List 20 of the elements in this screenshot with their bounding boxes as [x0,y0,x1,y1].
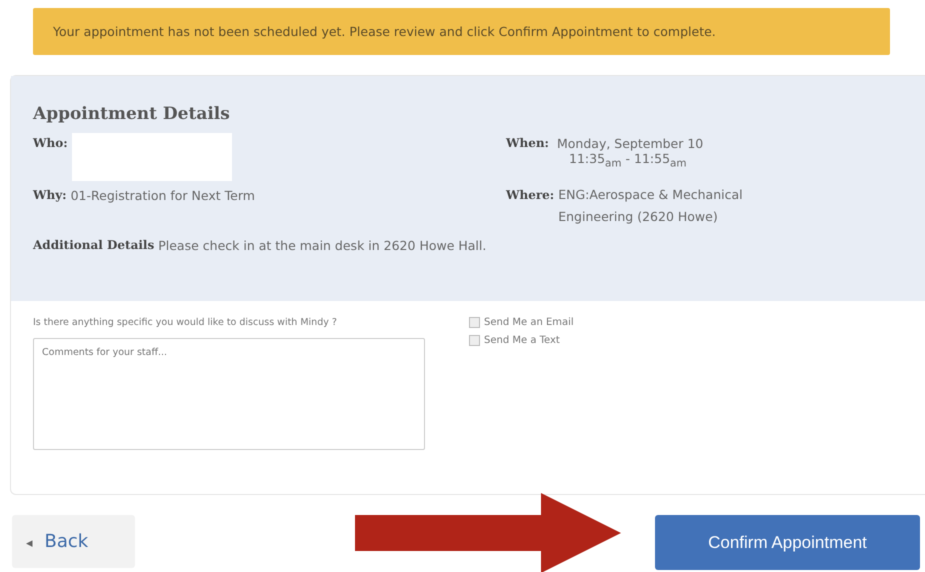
checkbox[interactable] [469,335,480,346]
checkbox[interactable] [469,317,480,328]
where-value: ENG:Aerospace & Mechanical Engineering (2620 Howe) [558,186,744,226]
why-value: 01-Registration for Next Term [70,188,255,203]
why-label: Why: [33,188,67,203]
when-label: When: [506,136,549,152]
comments-field[interactable]: Comments for your staff... [33,338,425,450]
section-title: Appointment Details [33,104,231,124]
additional-value: Please check in at the main desk in 2620 Howe Hall. [158,238,486,253]
additional-label: Additional Details [33,238,154,253]
back-button[interactable]: ◂ Back [12,515,135,568]
who-label: Who: [33,136,68,152]
checkbox-label: Send Me an Email [484,317,574,328]
checkbox-label: Send Me a Text [484,335,560,346]
question-label: Is there anything specific you would like to discuss with Mindy ? [33,317,338,328]
when-date: Monday, September 10 [557,136,704,151]
when-time: 11:35$_{am}$ - 11:55$_{am}$ [568,151,688,170]
confirm-button[interactable]: Confirm Appointment [655,515,920,570]
alert-message: Your appointment has not been scheduled yet. Please review and click Confirm Appointment to complete. [53,24,716,39]
where-label: Where: [506,187,554,204]
